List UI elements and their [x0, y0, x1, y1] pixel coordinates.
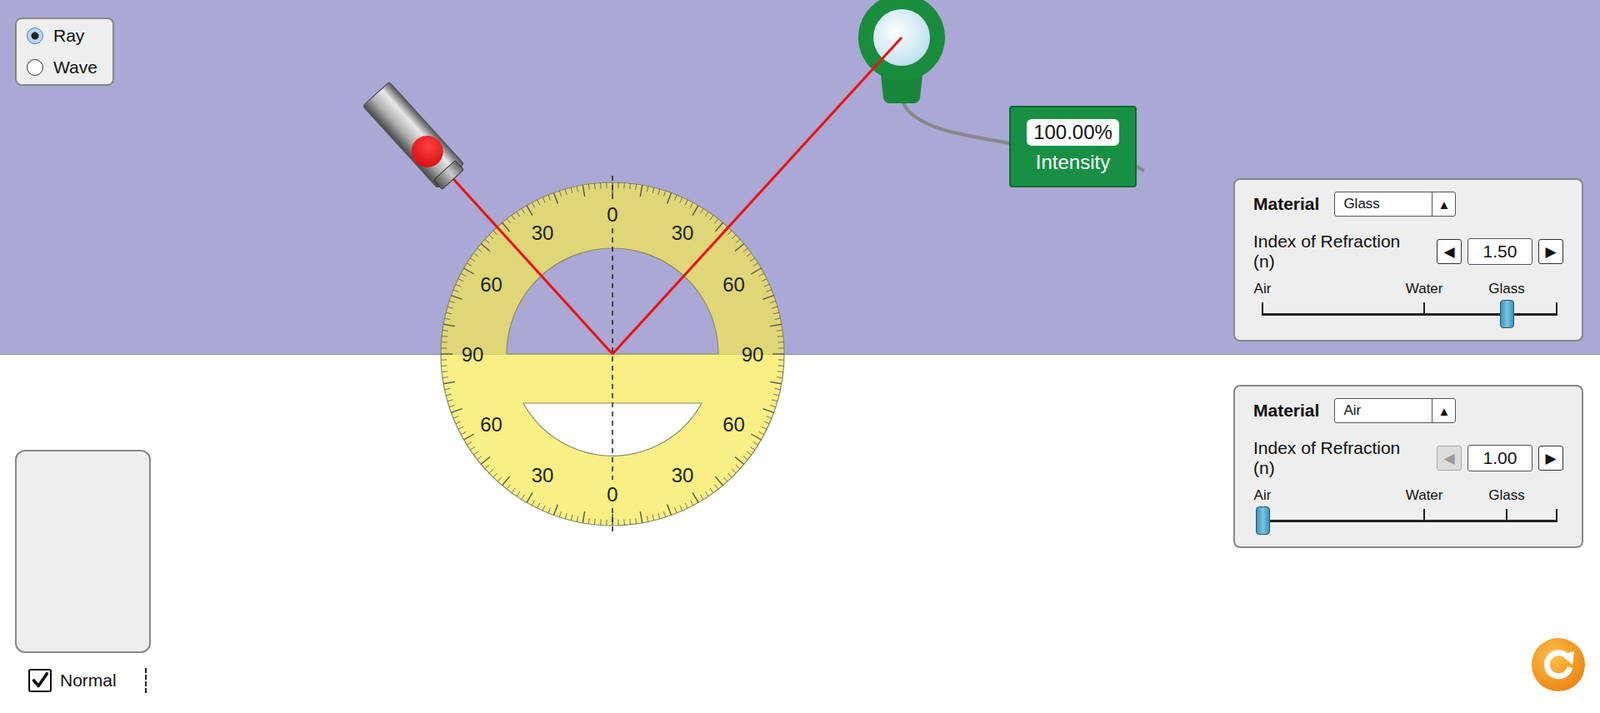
- decrease-button[interactable]: ◀: [1436, 239, 1462, 265]
- decrease-button[interactable]: ◀: [1436, 445, 1462, 471]
- slider-thumb[interactable]: [1500, 300, 1515, 329]
- slider-tick: [1555, 302, 1558, 316]
- protractor-label: 30: [531, 221, 555, 245]
- slider-tick: Water: [1423, 509, 1425, 523]
- normal-line: [612, 175, 614, 535]
- index-value[interactable]: 1.50: [1467, 238, 1533, 265]
- index-value[interactable]: 1.00: [1467, 445, 1533, 472]
- protractor-label: 60: [480, 413, 503, 436]
- intensity-reading: 100.00%: [1026, 119, 1120, 146]
- normal-line-icon: [145, 668, 147, 694]
- radio-icon[interactable]: [26, 27, 44, 45]
- protractor-label: 90: [461, 343, 485, 366]
- view-mode-option[interactable]: Wave: [26, 57, 103, 78]
- material-label: Material: [1253, 400, 1320, 421]
- increase-button[interactable]: ▶: [1538, 239, 1564, 265]
- protractor-label: 30: [671, 221, 695, 245]
- slider-track: AirWaterGlass: [1262, 313, 1557, 316]
- protractor-label: 60: [722, 413, 745, 436]
- meter-wire: [1136, 166, 1145, 171]
- index-slider[interactable]: AirWaterGlass: [1253, 275, 1564, 325]
- beam-layer: [0, 0, 1600, 713]
- protractor-label: 0: [606, 203, 618, 226]
- view-mode-option[interactable]: Ray: [26, 25, 103, 46]
- check-icon: [30, 670, 50, 692]
- radio-icon[interactable]: [26, 59, 44, 76]
- material-label: Material: [1253, 194, 1320, 215]
- slider-tick: Air: [1261, 302, 1264, 316]
- normal-toggle[interactable]: Normal: [28, 668, 147, 694]
- slider-track: AirWaterGlass: [1262, 520, 1557, 523]
- intensity-meter: 100.00% Intensity: [1009, 105, 1137, 188]
- index-stepper: ◀1.00▶: [1436, 445, 1564, 472]
- slider-thumb[interactable]: [1255, 506, 1270, 535]
- protractor-label: 30: [531, 464, 555, 487]
- reset-button[interactable]: [1530, 637, 1586, 693]
- index-slider[interactable]: AirWaterGlass: [1253, 481, 1564, 532]
- protractor-label: 0: [606, 483, 618, 506]
- protractor[interactable]: 90 60 30 0 30 60 90 60 30 0 30 60: [437, 179, 788, 530]
- index-label: Index of Refraction (n): [1253, 231, 1424, 272]
- increase-button[interactable]: ▶: [1538, 445, 1564, 471]
- sensor-wire: [901, 98, 1011, 144]
- slider-tick: Glass: [1505, 509, 1508, 523]
- reset-icon: [1530, 637, 1586, 693]
- dropdown-arrow-icon[interactable]: ▲: [1431, 399, 1455, 423]
- bending-light-sim: 90 60 30 0 30 60 90 60 30 0 30 60 100.00% Intensity Ra…: [0, 0, 1600, 713]
- light-rays: [413, 37, 902, 355]
- index-label: Index of Refraction (n): [1253, 438, 1424, 479]
- protractor-ticks: [440, 182, 785, 526]
- view-mode-panel: Ray Wave: [15, 17, 115, 86]
- index-stepper: ◀1.50▶: [1436, 238, 1564, 265]
- intensity-label: Intensity: [1035, 150, 1110, 175]
- material-panel: Material Air▲ Index of Refraction (n) ◀1.00…: [1233, 385, 1584, 549]
- intensity-sensor[interactable]: [858, 0, 945, 104]
- protractor-label: 60: [722, 273, 745, 296]
- material-dropdown[interactable]: Air▲: [1334, 398, 1456, 424]
- protractor-label: 90: [741, 343, 765, 366]
- protractor-label: 30: [671, 464, 695, 487]
- slider-tick: [1555, 509, 1558, 523]
- slider-tick: Water: [1423, 302, 1425, 316]
- material-dropdown[interactable]: Glass▲: [1334, 191, 1456, 217]
- normal-checkbox[interactable]: [28, 669, 52, 693]
- dropdown-arrow-icon[interactable]: ▲: [1431, 192, 1455, 216]
- toolbox: [15, 450, 151, 654]
- protractor-label: 60: [480, 273, 503, 296]
- material-panel: Material Glass▲ Index of Refraction (n) ◀1.…: [1233, 178, 1584, 342]
